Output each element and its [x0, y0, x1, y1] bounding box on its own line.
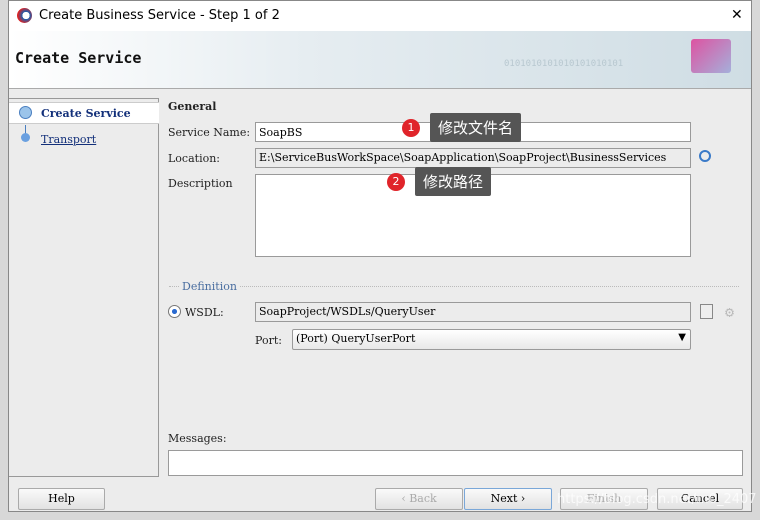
title-bar: Create Business Service - Step 1 of 2 ✕	[9, 1, 751, 31]
definition-heading: Definition	[179, 280, 240, 293]
description-label: Description	[168, 177, 233, 190]
page-title: Create Service	[15, 49, 142, 67]
url-watermark: https://blog.csdn.net/m0_2407	[557, 492, 757, 507]
messages-box	[168, 450, 743, 476]
wsdl-label: WSDL:	[185, 306, 224, 319]
wsdl-field[interactable]: SoapProject/WSDLs/QueryUser	[255, 302, 691, 322]
back-button[interactable]: ‹ Back	[375, 488, 463, 510]
chevron-down-icon: ▼	[678, 332, 686, 343]
definition-divider	[169, 286, 739, 287]
create-business-service-dialog: Create Business Service - Step 1 of 2 ✕ …	[8, 0, 757, 512]
general-heading: General	[168, 100, 217, 113]
step-pending-icon	[21, 133, 30, 142]
wizard-header: Create Service 0101010101010101010101	[9, 31, 751, 89]
help-button[interactable]: Help	[18, 488, 105, 510]
wsdl-radio[interactable]	[168, 305, 181, 318]
port-label: Port:	[255, 334, 282, 347]
service-envelope-icon	[691, 39, 731, 73]
gear-icon[interactable]: ⚙	[725, 303, 734, 321]
messages-label: Messages:	[168, 432, 227, 445]
app-logo-icon	[17, 8, 32, 23]
annotation-text: 修改文件名	[430, 113, 522, 142]
location-field[interactable]: E:\ServiceBusWorkSpace\SoapApplication\S…	[255, 148, 691, 168]
annotation-2: 2 修改路径	[387, 167, 492, 196]
step-label: Transport	[41, 133, 97, 146]
step-label: Create Service	[41, 107, 131, 120]
close-button[interactable]: ✕	[731, 7, 743, 23]
annotation-number: 2	[387, 172, 405, 191]
annotation-number: 1	[402, 118, 420, 137]
search-icon[interactable]	[699, 150, 711, 162]
annotation-text: 修改路径	[415, 167, 492, 196]
next-button[interactable]: Next ›	[464, 488, 552, 510]
port-selected-value: (Port) QueryUserPort	[296, 332, 416, 345]
step-current-icon	[19, 106, 32, 119]
annotation-1: 1 修改文件名	[402, 113, 522, 142]
window-title: Create Business Service - Step 1 of 2	[39, 8, 280, 23]
header-watermark: 0101010101010101010101	[504, 59, 624, 69]
browse-wsdl-icon[interactable]	[700, 304, 713, 319]
step-transport[interactable]: Transport	[9, 129, 159, 149]
port-select[interactable]: (Port) QueryUserPort ▼	[292, 329, 691, 350]
step-create-service[interactable]: Create Service	[9, 102, 159, 124]
service-name-label: Service Name:	[168, 126, 251, 139]
wizard-steps-panel: Create Service Transport	[9, 98, 159, 477]
location-label: Location:	[168, 152, 220, 165]
